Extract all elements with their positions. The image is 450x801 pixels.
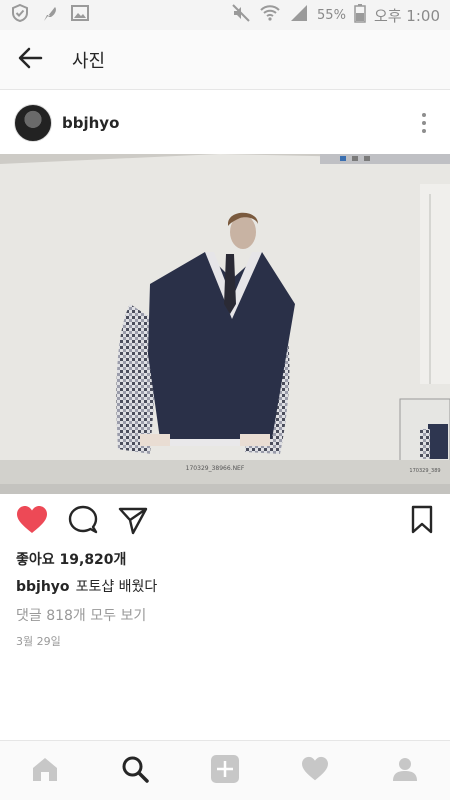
wifi-icon: [259, 3, 281, 27]
caption: bbjhyo 포토샵 배웠다: [16, 576, 157, 596]
image-filename: 170329_38966.NEF: [186, 465, 245, 472]
signal-icon: [289, 3, 309, 27]
search-icon: [121, 755, 149, 787]
profile-icon: [392, 756, 418, 786]
post-date: 3월 29일: [16, 635, 61, 648]
back-button[interactable]: [0, 30, 60, 90]
post-username[interactable]: bbjhyo: [62, 114, 119, 132]
battery-percent: 55%: [317, 7, 346, 23]
caption-username[interactable]: bbjhyo: [16, 579, 70, 595]
page-title: 사진: [72, 50, 106, 72]
app-bar: 사진: [0, 30, 450, 90]
nav-home[interactable]: [15, 741, 75, 801]
post-header: bbjhyo: [0, 92, 450, 154]
more-options-button[interactable]: [412, 103, 436, 143]
nav-activity[interactable]: [285, 741, 345, 801]
post-actions: [0, 502, 450, 542]
back-arrow-icon: [17, 45, 43, 75]
activity-heart-icon: [301, 756, 329, 786]
bottom-nav: [0, 740, 450, 800]
add-icon: [210, 754, 240, 788]
share-icon[interactable]: [118, 505, 148, 539]
view-all-comments-link[interactable]: 댓글 818개 모두 보기: [16, 605, 146, 625]
nav-profile[interactable]: [375, 741, 435, 801]
more-icon: [422, 113, 426, 117]
home-icon: [31, 756, 59, 786]
image-filename-small: 170329_389: [409, 468, 440, 474]
post-image[interactable]: 170329_38966.NEF 170329_389: [0, 154, 450, 494]
image-icon: [70, 3, 90, 27]
status-bar: 55% 오후 1:00: [0, 0, 450, 30]
nav-add[interactable]: [195, 741, 255, 801]
heart-icon[interactable]: [16, 505, 48, 539]
feather-icon: [40, 3, 60, 27]
nav-search[interactable]: [105, 741, 165, 801]
bookmark-icon[interactable]: [410, 505, 434, 539]
avatar[interactable]: [14, 104, 52, 142]
comment-icon[interactable]: [68, 505, 98, 539]
likes-count[interactable]: 좋아요 19,820개: [16, 549, 126, 569]
mute-icon: [231, 3, 251, 27]
caption-text: 포토샵 배웠다: [75, 579, 158, 595]
shield-icon: [10, 3, 30, 27]
battery-icon: [354, 3, 366, 27]
status-time: 오후 1:00: [373, 6, 440, 25]
